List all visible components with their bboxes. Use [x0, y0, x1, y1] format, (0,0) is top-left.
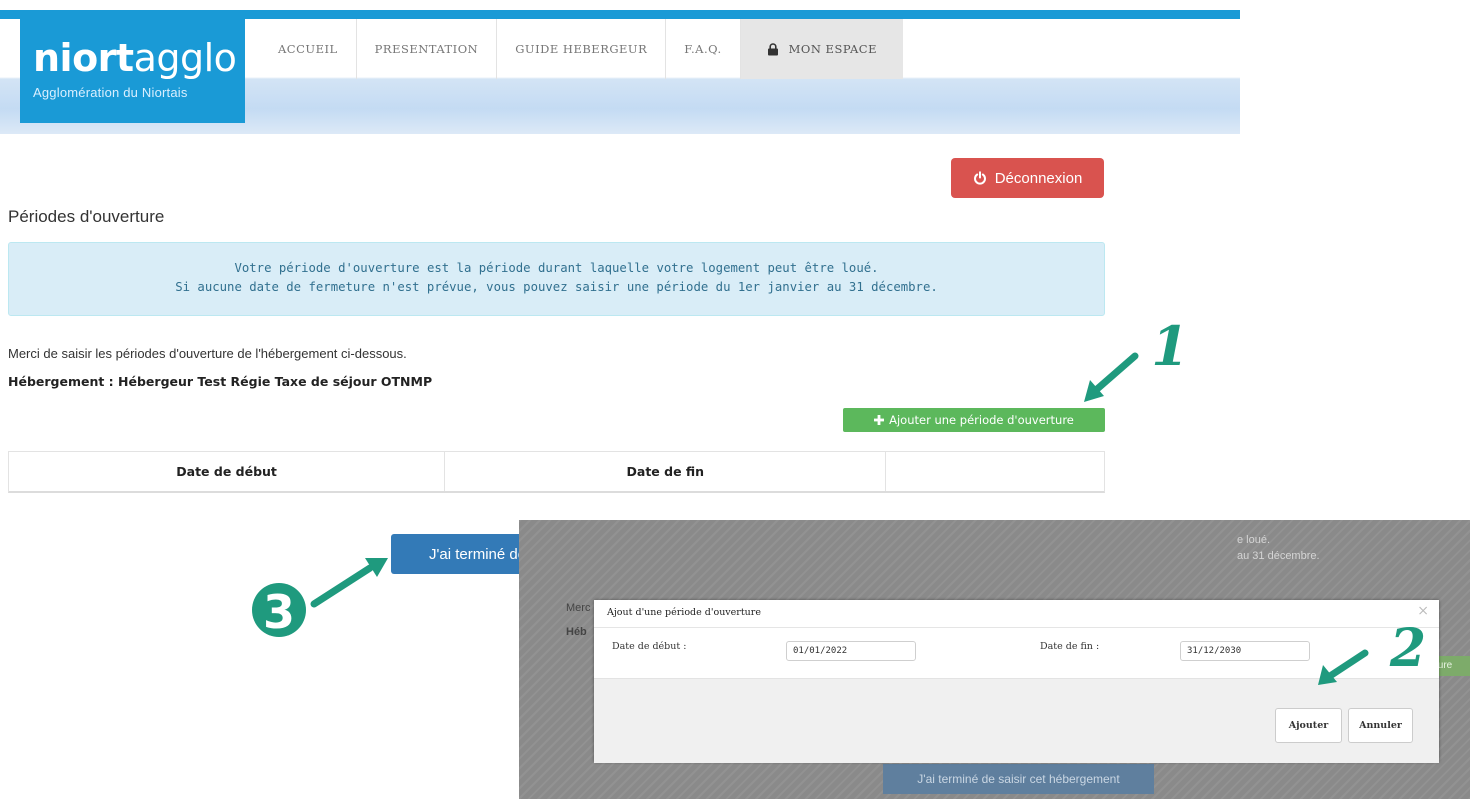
annotation-layer: 1 2 3: [252, 314, 1426, 685]
annotation-arrow-1: [1084, 352, 1139, 402]
annotation-number-3: 3: [263, 585, 295, 639]
annotation-arrow-2: [1318, 649, 1369, 685]
annotation-arrow-3: [310, 558, 388, 608]
annotation-number-1: 1: [1151, 314, 1189, 378]
annotation-number-2: 2: [1389, 618, 1426, 679]
